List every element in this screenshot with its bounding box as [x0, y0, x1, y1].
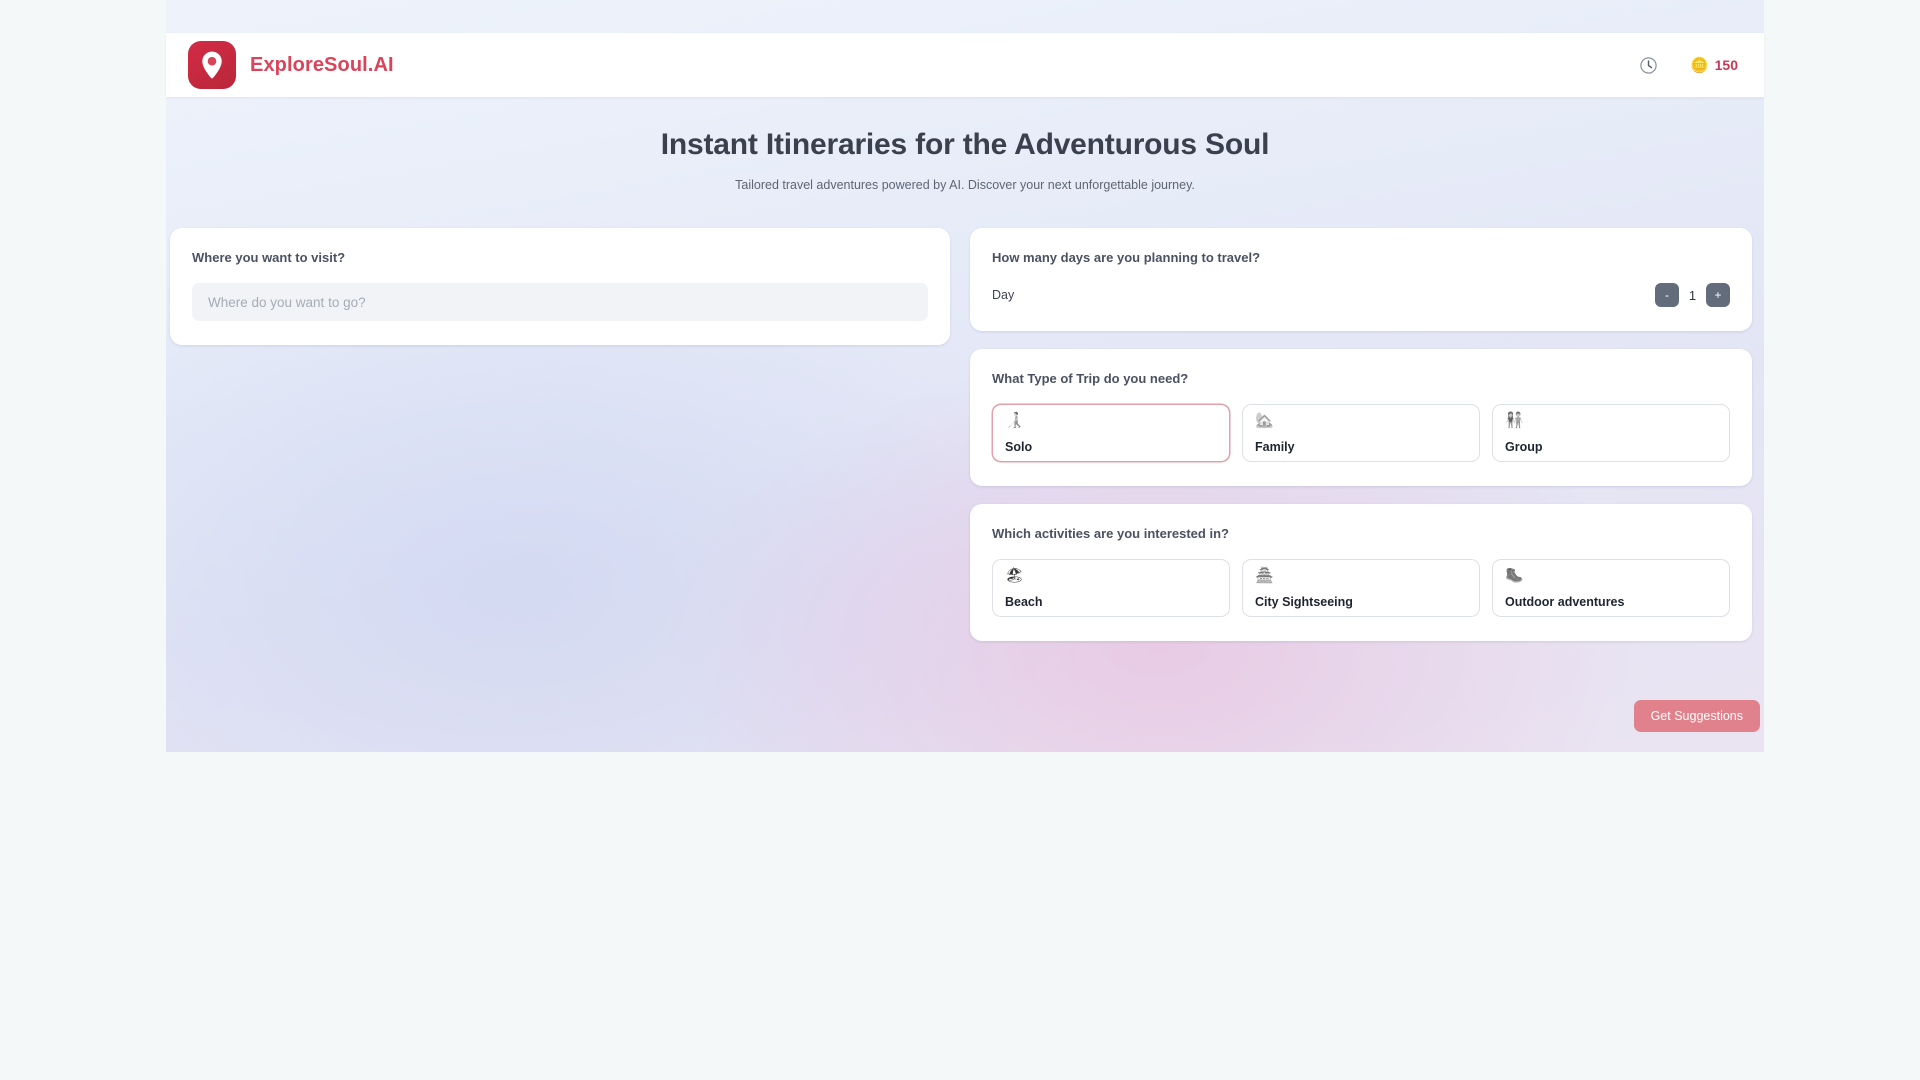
days-stepper: - 1 + [1655, 283, 1730, 307]
people-group-icon: 👫 [1505, 412, 1524, 429]
header-actions: 🪙 150 [1638, 54, 1738, 76]
credits-value: 150 [1714, 57, 1738, 73]
activity-option-beach[interactable]: 🏖 Beach [992, 559, 1230, 617]
trip-type-options: 🧑‍🦯 Solo 🏡 Family 👫 Group [992, 404, 1730, 462]
brand-name: ExploreSoul.AI [250, 53, 394, 76]
trip-type-option-family[interactable]: 🏡 Family [1242, 404, 1480, 462]
hero-section: Instant Itineraries for the Adventurous … [166, 128, 1764, 192]
map-pin-icon [188, 41, 236, 89]
days-card: How many days are you planning to travel… [970, 228, 1752, 331]
decrement-day-button[interactable]: - [1655, 283, 1679, 307]
app-header: ExploreSoul.AI 🪙 150 [166, 33, 1764, 97]
activities-label: Which activities are you interested in? [992, 526, 1229, 541]
activities-options: 🏖 Beach 🏯 City Sightseeing 🥾 Outdoor adv… [992, 559, 1730, 617]
trip-type-option-label: Group [1505, 440, 1543, 454]
trip-type-option-label: Solo [1005, 440, 1033, 454]
days-unit-label: Day [992, 288, 1015, 302]
get-suggestions-button[interactable]: Get Suggestions [1633, 700, 1760, 732]
hiking-person-icon: 🧑‍🦯 [1005, 412, 1024, 429]
trip-type-label: What Type of Trip do you need? [992, 371, 1189, 386]
right-column: How many days are you planning to travel… [970, 228, 1752, 641]
credits-badge[interactable]: 🪙 150 [1690, 57, 1738, 73]
trip-type-card: What Type of Trip do you need? 🧑‍🦯 Solo … [970, 349, 1752, 486]
activity-option-label: Outdoor adventures [1505, 595, 1625, 609]
activity-option-label: City Sightseeing [1255, 595, 1353, 609]
beach-umbrella-icon: 🏖 [1005, 567, 1025, 584]
clock-icon[interactable] [1638, 54, 1660, 76]
destination-label: Where you want to visit? [192, 250, 346, 265]
destination-input[interactable] [192, 283, 928, 321]
activity-option-city-sightseeing[interactable]: 🏯 City Sightseeing [1242, 559, 1480, 617]
days-label: How many days are you planning to travel… [992, 250, 1261, 265]
days-value: 1 [1688, 287, 1697, 303]
days-row: Day - 1 + [992, 283, 1730, 307]
left-column: Where you want to visit? [170, 228, 950, 345]
increment-day-button[interactable]: + [1706, 283, 1730, 307]
page-title: Instant Itineraries for the Adventurous … [660, 128, 1270, 161]
family-icon: 🏡 [1255, 412, 1274, 429]
destination-card: Where you want to visit? [170, 228, 950, 345]
submit-row: Get Suggestions [170, 700, 1760, 732]
form-columns: Where you want to visit? How many days a… [170, 228, 1760, 641]
coins-icon: 🪙 [1689, 56, 1709, 74]
hiking-person-icon: 🥾 [1505, 567, 1524, 584]
trip-type-option-label: Family [1255, 440, 1295, 454]
activity-option-label: Beach [1005, 595, 1043, 609]
brand-block[interactable]: ExploreSoul.AI [188, 41, 394, 89]
page-subtitle: Tailored travel adventures powered by AI… [735, 178, 1195, 192]
activity-option-outdoor-adventures[interactable]: 🥾 Outdoor adventures [1492, 559, 1730, 617]
trip-type-option-solo[interactable]: 🧑‍🦯 Solo [992, 404, 1230, 462]
page-root: ExploreSoul.AI 🪙 150 Instant Itineraries… [0, 0, 1920, 1080]
activities-card: Which activities are you interested in? … [970, 504, 1752, 641]
pagoda-icon: 🏯 [1255, 567, 1274, 584]
trip-type-option-group[interactable]: 👫 Group [1492, 404, 1730, 462]
